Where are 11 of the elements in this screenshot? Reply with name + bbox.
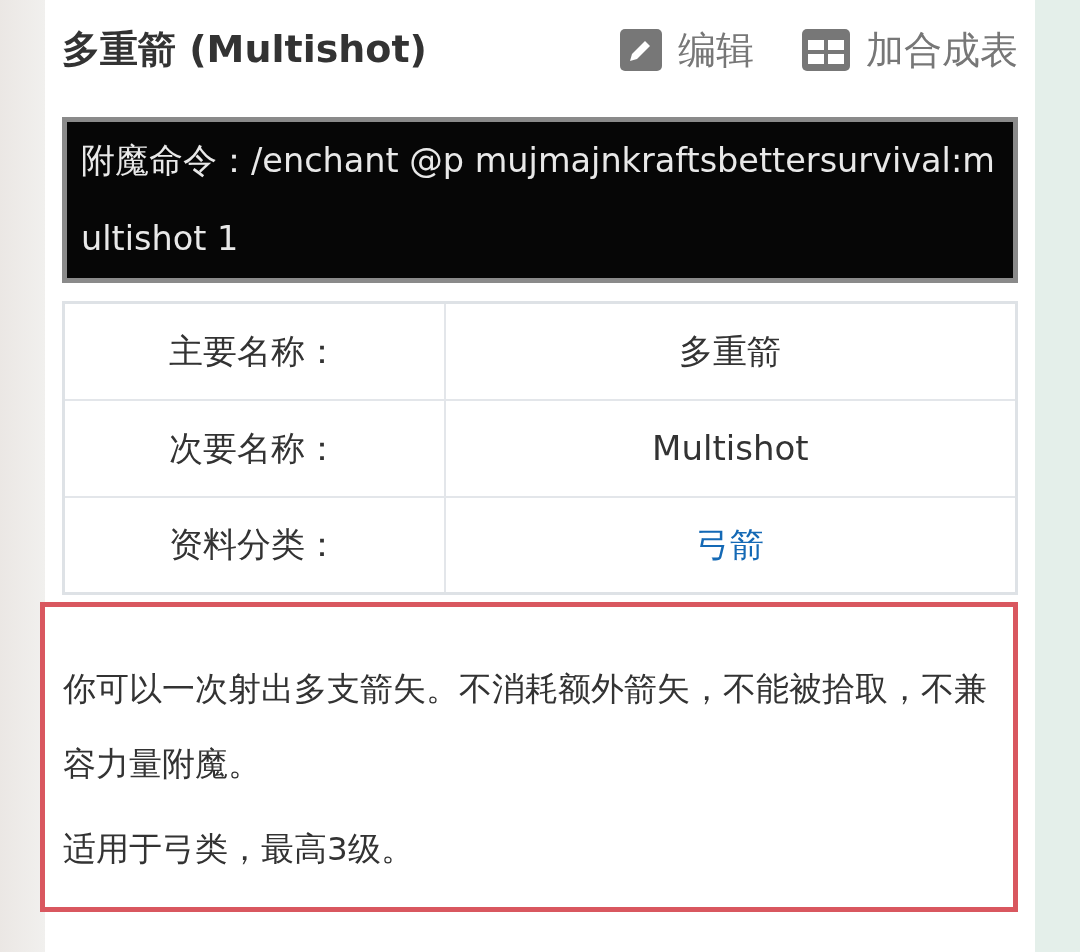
page-title: 多重箭 (Multishot) [62,27,427,73]
description-text: 你可以一次射出多支箭矢。不消耗额外箭矢，不能被拾取，不兼容力量附魔。 [63,669,988,785]
add-recipe-button[interactable]: 加合成表 [802,21,1018,79]
command-text: 附魔命令：/enchant @p mujmajnkraftsbettersurvival:multishot 1 [62,117,1018,283]
grid-icon [802,29,850,71]
edit-button[interactable]: 编辑 [620,21,754,79]
table-cell: 主要名称： [63,302,445,400]
table-cell: 次要名称： [63,399,445,497]
pencil-icon [620,29,662,71]
description-text: 适用于弓类，最高3级。 [63,829,415,870]
category-link[interactable]: 弓箭 [696,524,765,565]
